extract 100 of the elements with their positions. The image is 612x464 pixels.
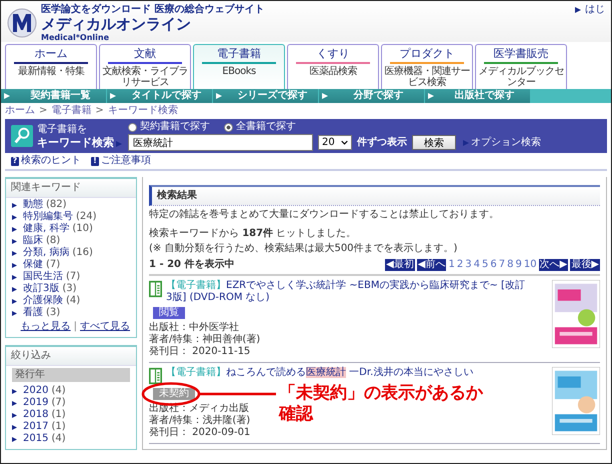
page-link[interactable]: 9 bbox=[515, 259, 522, 272]
main-tab[interactable]: 電子書籍 EBooks bbox=[193, 44, 285, 90]
nav-link[interactable]: シリーズで探す bbox=[213, 89, 318, 104]
page-link[interactable]: 8 bbox=[507, 259, 514, 272]
keyword-link[interactable]: 看護 bbox=[23, 307, 43, 320]
year-count: (1) bbox=[51, 409, 66, 421]
triangle-icon bbox=[575, 7, 581, 13]
option-search-link[interactable]: オプション検索 bbox=[471, 136, 541, 149]
bullet-icon bbox=[12, 388, 17, 394]
keyword-link[interactable]: 臨床 bbox=[23, 235, 43, 248]
filter-heading: 絞り込み bbox=[6, 347, 136, 366]
main-tab[interactable]: 文献 文献検索・ライブラリサービス bbox=[99, 44, 191, 90]
search-caption: 電子書籍を bbox=[37, 124, 88, 136]
per-page-select[interactable]: 20 bbox=[318, 135, 352, 150]
date-text: 発刊日： 2020-09-01 bbox=[149, 427, 250, 440]
keywords-heading: 関連キーワード bbox=[6, 179, 136, 198]
bullet-icon bbox=[12, 298, 17, 304]
page-link[interactable]: 1 bbox=[448, 259, 455, 272]
chevron-down-icon bbox=[341, 140, 348, 146]
keyword-link[interactable]: 分類, 病病 bbox=[23, 247, 70, 260]
bullet-icon bbox=[12, 226, 17, 232]
all-link[interactable]: すべて見る bbox=[80, 321, 130, 334]
scope-radio[interactable]: 全書籍で探す bbox=[224, 121, 296, 134]
keyword-link[interactable]: 動態 bbox=[23, 199, 43, 212]
nav-link[interactable]: 分野で探す bbox=[319, 89, 424, 104]
author-text: 著者/特集：浅井隆(著) bbox=[149, 415, 250, 427]
author-text: 著者/特集：神田善伸(著) bbox=[149, 334, 260, 346]
book-icon bbox=[149, 280, 162, 298]
book-title-link[interactable]: 【電子書籍】EZRでやさしく学ぶ統計学 ~EBMの実践から臨床研究まで~ [改訂3版] (DVD-ROM なし) bbox=[166, 280, 529, 304]
nav-link[interactable]: 契約書籍一覧 bbox=[1, 89, 106, 104]
search-title: キーワード検索 bbox=[37, 136, 114, 149]
triangle-icon bbox=[428, 93, 434, 100]
keyword-count: (3) bbox=[46, 307, 60, 320]
keyword-link[interactable]: 国民生活 bbox=[23, 271, 63, 284]
logo-subtitle: Medical*Online bbox=[41, 32, 110, 42]
breadcrumb-link[interactable]: ホーム bbox=[5, 105, 35, 118]
page-link[interactable]: 6 bbox=[490, 259, 497, 272]
last-page-button[interactable]: 最後▶ bbox=[570, 259, 600, 272]
page-link[interactable]: 4 bbox=[474, 259, 480, 272]
year-count: (4) bbox=[51, 385, 66, 397]
bullet-icon bbox=[12, 412, 17, 418]
keyword-count: (16) bbox=[72, 247, 93, 260]
logo-title: メディカルオンライン bbox=[41, 16, 192, 32]
logo-icon bbox=[7, 8, 37, 38]
previous-page-button[interactable]: ◀前へ bbox=[416, 259, 446, 272]
date-text: 発刊日： 2020-11-15 bbox=[149, 346, 250, 358]
breadcrumb-separator: > bbox=[95, 105, 104, 118]
year-link[interactable]: 2017 bbox=[23, 421, 48, 434]
keyword-link[interactable]: 特別編集号 bbox=[23, 211, 73, 224]
note-text: (※ 自動分類を行うため、検索結果は最大500件までを表示します。) bbox=[149, 243, 458, 256]
search-button[interactable]: 検索 bbox=[412, 135, 456, 150]
first-page-button[interactable]: ◀最初 bbox=[385, 259, 415, 272]
page-link[interactable]: 2 bbox=[456, 259, 464, 272]
search-field[interactable]: 医療統計 bbox=[128, 134, 313, 152]
main-tab[interactable]: くすり 医薬品検索 bbox=[287, 44, 379, 90]
bullet-icon bbox=[12, 250, 17, 256]
main-tab[interactable]: プロダクト 医療機器・関連サービス検索 bbox=[381, 44, 473, 90]
access-badge[interactable]: 閲覧 bbox=[153, 307, 185, 320]
year-count: (7) bbox=[51, 397, 66, 409]
more-link[interactable]: もっと見る bbox=[20, 321, 71, 334]
triangle-icon bbox=[322, 93, 328, 100]
bullet-icon bbox=[12, 286, 17, 292]
keyword-link[interactable]: 改訂3版 bbox=[23, 283, 60, 296]
keyword-count: (4) bbox=[66, 295, 80, 308]
help-link[interactable]: ! ご注意事項 bbox=[91, 155, 151, 168]
bullet-icon bbox=[12, 238, 17, 244]
breadcrumb-link[interactable]: キーワード検索 bbox=[108, 105, 178, 118]
main-tab[interactable]: 医学書販売 メディカルブックセンター bbox=[475, 44, 567, 90]
bullet-icon bbox=[12, 274, 17, 280]
triangle-icon bbox=[110, 93, 116, 100]
page-link[interactable]: 5 bbox=[482, 259, 488, 272]
page-link[interactable]: 10 bbox=[524, 259, 537, 272]
help-link[interactable]: ? 検索のヒント bbox=[11, 155, 81, 168]
main-tab[interactable]: ホーム 最新情報・特集 bbox=[5, 44, 97, 90]
triangle-icon bbox=[216, 93, 222, 100]
breadcrumb-link[interactable]: 電子書籍 bbox=[51, 105, 92, 118]
next-page-button[interactable]: 次へ▶ bbox=[538, 259, 568, 272]
bullet-icon bbox=[12, 424, 17, 430]
year-link[interactable]: 2018 bbox=[23, 409, 48, 422]
nav-link[interactable]: タイトルで探す bbox=[107, 89, 212, 104]
year-link[interactable]: 2015 bbox=[23, 433, 48, 446]
breadcrumb-separator: > bbox=[39, 105, 48, 118]
year-link[interactable]: 2020 bbox=[23, 385, 48, 398]
page-link[interactable]: 7 bbox=[498, 259, 506, 272]
nav-link[interactable]: 出版社で探す bbox=[425, 89, 530, 104]
filter-group-heading: 発行年 bbox=[12, 368, 130, 382]
keyword-link[interactable]: 健康, 科学 bbox=[23, 223, 70, 236]
tagline: 医学論文をダウンロード 医療の総合ウェブサイト bbox=[41, 4, 264, 16]
link-separator: | bbox=[74, 321, 77, 334]
scope-radio[interactable]: 契約書籍で探す bbox=[128, 121, 210, 134]
keyword-link[interactable]: 保健 bbox=[23, 259, 43, 272]
top-link[interactable]: はじ bbox=[585, 4, 605, 16]
bullet-icon bbox=[12, 262, 17, 268]
results-heading: 検索結果 bbox=[149, 185, 600, 206]
page-link[interactable]: 3 bbox=[465, 259, 472, 272]
keyword-count: (24) bbox=[76, 211, 97, 223]
keyword-link[interactable]: 介護保険 bbox=[23, 295, 63, 308]
notice-text: 特定の雑誌を巻号まとめて大量にダウンロードすることは禁止しております。 bbox=[149, 209, 500, 222]
year-link[interactable]: 2019 bbox=[23, 397, 48, 410]
hit-count-text: 検索キーワードから 187件 ヒットしました。 bbox=[149, 228, 358, 240]
